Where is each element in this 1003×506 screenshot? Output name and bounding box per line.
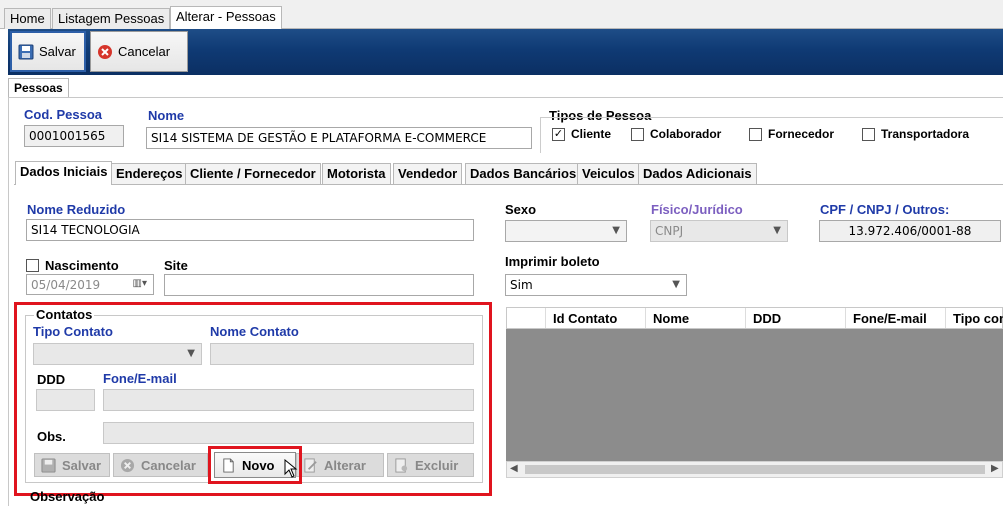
fisjur-label: Físico/Jurídico (651, 202, 743, 217)
birth-label: Nascimento (45, 258, 119, 273)
transportadora-checkbox[interactable] (862, 128, 875, 141)
grid-col-type[interactable]: Tipo con (953, 311, 1003, 326)
document-tabs: Home Listagem Pessoas Alterar - Pessoas (0, 0, 1003, 30)
contact-cancel-label: Cancelar (141, 457, 196, 473)
contacts-grid-header: Id Contato Nome DDD Fone/E-mail Tipo con (506, 307, 1003, 329)
birth-date-value: 05/04/2019 (31, 278, 101, 292)
sex-label: Sexo (505, 202, 537, 217)
chevron-down-icon: ▼ (612, 225, 620, 236)
edit-icon (304, 457, 317, 473)
contact-edit-button[interactable]: Alterar (296, 453, 384, 477)
fisjur-value: CNPJ (655, 224, 684, 238)
boleto-label: Imprimir boleto (505, 254, 600, 269)
ddd-label: DDD (37, 372, 66, 387)
cliente-label: Cliente (571, 127, 612, 141)
new-document-icon (223, 457, 234, 473)
fornecedor-label: Fornecedor (768, 127, 835, 141)
save-icon (41, 457, 56, 473)
mouse-cursor-icon (284, 459, 298, 478)
observacao-label: Observação (30, 489, 105, 504)
fornecedor-checkbox[interactable] (749, 128, 762, 141)
inner-tabs-divider (14, 184, 1003, 185)
delete-icon (395, 457, 408, 473)
contact-type-select[interactable]: ▼ (33, 343, 202, 365)
cancel-button-label: Cancelar (118, 44, 171, 59)
doc-field[interactable]: 13.972.406/0001-88 (819, 220, 1001, 242)
obs-label: Obs. (37, 429, 66, 444)
contacts-grid-body[interactable] (506, 329, 1003, 461)
short-name-field[interactable]: SI14 TECNOLOGIA (26, 219, 474, 241)
tab-dados-bancarios[interactable]: Dados Bancários (465, 163, 582, 184)
tab-dados-iniciais[interactable]: Dados Iniciais (15, 161, 113, 185)
code-field[interactable]: 0001001565 (24, 125, 124, 147)
site-field[interactable] (164, 274, 474, 296)
contact-new-label: Novo (242, 457, 275, 473)
scroll-right-icon[interactable]: ▶ (991, 463, 999, 474)
grid-col-id[interactable]: Id Contato (553, 311, 617, 326)
contact-edit-label: Alterar (324, 457, 366, 473)
sex-select[interactable]: ▼ (505, 220, 627, 242)
save-button[interactable]: Salvar (10, 31, 86, 72)
cancel-icon (98, 44, 112, 59)
tab-cliente-fornecedor[interactable]: Cliente / Fornecedor (185, 163, 321, 184)
save-icon (18, 44, 34, 59)
contact-delete-label: Excluir (415, 457, 459, 473)
chevron-down-icon: ▼ (672, 279, 680, 290)
chevron-down-icon: ▼ (773, 225, 781, 236)
grid-col-ddd[interactable]: DDD (753, 311, 781, 326)
boleto-select[interactable]: Sim ▼ (505, 274, 687, 296)
contacts-label: Contatos (34, 307, 95, 322)
scrollbar-thumb[interactable] (525, 465, 985, 474)
doc-label: CPF / CNPJ / Outros: (820, 202, 950, 217)
contact-delete-button[interactable]: Excluir (387, 453, 474, 477)
contact-name-label: Nome Contato (210, 324, 299, 339)
cliente-checkbox[interactable]: ✓ (552, 128, 565, 141)
tab-veiculos[interactable]: Veiculos (577, 163, 640, 184)
chevron-down-icon: ▼ (187, 348, 195, 359)
contact-name-field[interactable] (210, 343, 474, 365)
fisjur-select[interactable]: CNPJ ▼ (650, 220, 788, 242)
tab-motorista[interactable]: Motorista (322, 163, 391, 184)
contact-save-button[interactable]: Salvar (34, 453, 110, 477)
colaborador-checkbox[interactable] (631, 128, 644, 141)
tab-home[interactable]: Home (4, 8, 51, 29)
tab-alterar-pessoas[interactable]: Alterar - Pessoas (170, 6, 282, 30)
save-button-label: Salvar (39, 44, 76, 59)
site-label: Site (164, 258, 188, 273)
scroll-left-icon[interactable]: ◀ (510, 463, 518, 474)
toolbar: Salvar Cancelar (8, 29, 1003, 75)
grid-horizontal-scrollbar[interactable]: ◀ ▶ (506, 461, 1003, 478)
grid-col-phone[interactable]: Fone/E-mail (853, 311, 927, 326)
tab-vendedor[interactable]: Vendedor (393, 163, 463, 184)
birth-date-field[interactable]: 05/04/2019 ▥▾ (26, 274, 154, 295)
transportadora-label: Transportadora (881, 127, 970, 141)
phone-label: Fone/E-mail (103, 371, 177, 386)
contact-type-label: Tipo Contato (33, 324, 113, 339)
tab-listagem-pessoas[interactable]: Listagem Pessoas (52, 8, 171, 29)
birth-checkbox[interactable] (26, 259, 39, 272)
contact-save-label: Salvar (62, 457, 102, 473)
tab-enderecos[interactable]: Endereços (111, 163, 188, 184)
cancel-icon (120, 458, 135, 472)
boleto-value: Sim (510, 278, 533, 292)
contact-cancel-button[interactable]: Cancelar (113, 453, 208, 477)
tab-dados-adicionais[interactable]: Dados Adicionais (638, 163, 757, 184)
colaborador-label: Colaborador (650, 127, 722, 141)
obs-field[interactable] (103, 422, 474, 444)
short-name-label: Nome Reduzido (27, 202, 126, 217)
ddd-field[interactable] (36, 389, 95, 411)
calendar-icon: ▥▾ (132, 278, 147, 289)
name-field[interactable]: SI14 SISTEMA DE GESTÃO E PLATAFORMA E-CO… (146, 127, 532, 149)
tab-pessoas[interactable]: Pessoas (8, 78, 69, 98)
code-label: Cod. Pessoa (24, 107, 103, 122)
name-label: Nome (148, 108, 185, 123)
cancel-button[interactable]: Cancelar (90, 31, 188, 72)
grid-col-name[interactable]: Nome (653, 311, 689, 326)
phone-field[interactable] (103, 389, 474, 411)
